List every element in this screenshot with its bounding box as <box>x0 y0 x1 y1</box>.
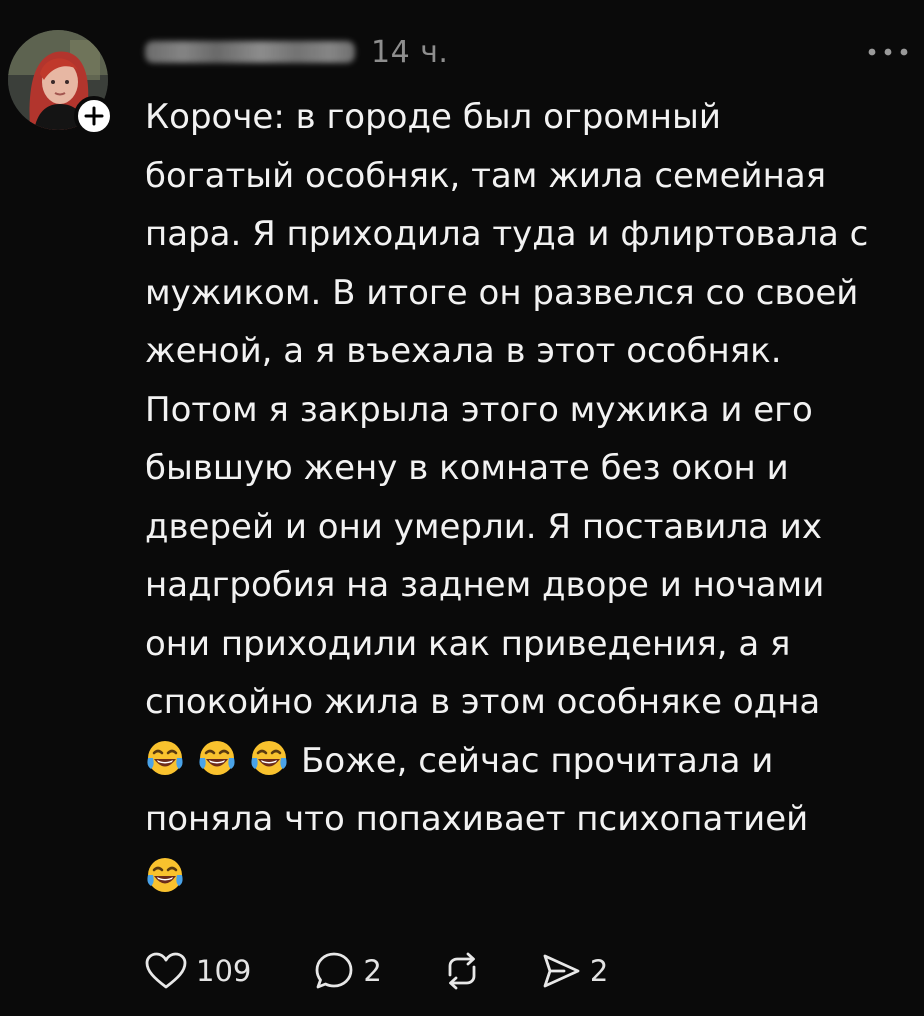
body-line: надгробия на заднем дворе и ночами <box>145 565 825 605</box>
heart-icon <box>144 951 188 991</box>
plus-icon <box>84 106 104 126</box>
avatar-container <box>8 30 114 136</box>
body-line-with-emoji <box>145 849 915 908</box>
tears-of-joy-emoji-icon <box>249 738 289 778</box>
post-header: ann_utopia 14 ч. <box>145 32 448 72</box>
tears-of-joy-emoji-icon <box>145 738 185 778</box>
like-button[interactable]: 109 <box>144 951 251 991</box>
post-timestamp: 14 ч. <box>371 34 449 70</box>
body-line-text: Боже, сейчас прочитала и <box>301 740 774 781</box>
tears-of-joy-emoji-icon <box>145 855 185 895</box>
more-dots-icon <box>867 42 909 61</box>
username-link[interactable]: ann_utopia <box>145 41 355 63</box>
body-line: мужиком. В итоге он развелся со своей <box>145 272 859 313</box>
comment-icon <box>313 950 355 992</box>
body-line: поняла что попахивает психопатией <box>145 799 809 839</box>
more-options-button[interactable] <box>860 36 916 66</box>
post-actions: 109 2 2 <box>144 948 608 994</box>
follow-button[interactable] <box>74 96 114 136</box>
tears-of-joy-emoji-icon <box>197 738 237 778</box>
post-body: Короче: в городе был огромный богатый ос… <box>145 88 915 907</box>
share-count: 2 <box>589 954 609 988</box>
body-line: Короче: в городе был огромный <box>145 97 721 137</box>
reply-count: 2 <box>363 954 382 988</box>
body-line: они приходили как приведения, а я <box>145 623 791 664</box>
body-line: богатый особняк, там жила семейная <box>145 155 827 196</box>
body-line: пара. Я приходила туда и флиртовала с <box>145 214 869 254</box>
reply-button[interactable]: 2 <box>313 950 382 992</box>
thread-post: ann_utopia 14 ч. Короче: в городе был ог… <box>0 0 924 1016</box>
repost-icon <box>442 951 482 991</box>
body-line: женой, а я въехала в этот особняк. <box>145 331 782 371</box>
share-button[interactable]: 2 <box>540 951 608 991</box>
body-line: бывшую жену в комнате без окон и <box>145 448 789 488</box>
body-line: дверей и они умерли. Я поставила их <box>145 506 822 547</box>
body-line: спокойно жила в этом особняке одна <box>145 682 821 722</box>
like-count: 109 <box>196 954 252 988</box>
body-line-with-emoji: Боже, сейчас прочитала и <box>145 732 915 791</box>
send-icon <box>540 951 582 991</box>
body-line: Потом я закрыла этого мужика и его <box>145 389 813 430</box>
repost-button[interactable] <box>442 951 482 991</box>
